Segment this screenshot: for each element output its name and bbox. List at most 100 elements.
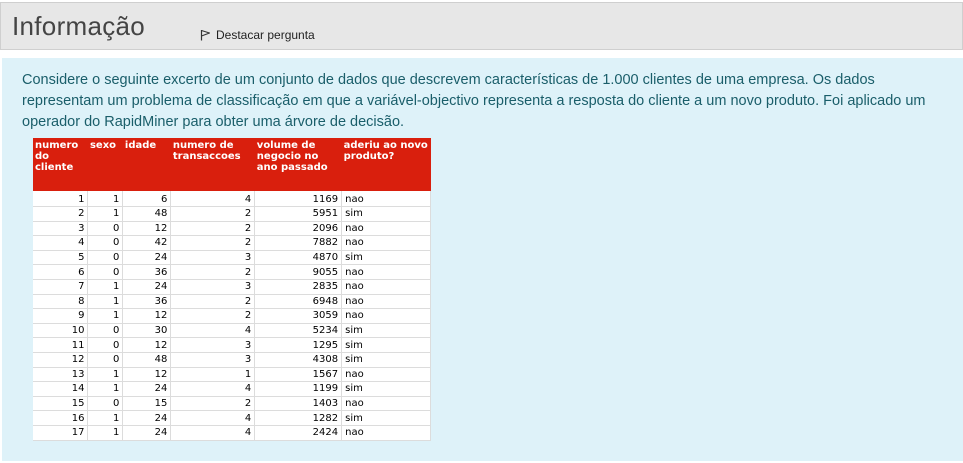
table-row: 6 0 36 2 9055 nao [33, 264, 431, 280]
table-cell: 24 [122, 250, 172, 266]
table-cell: 4 [170, 381, 256, 397]
table-cell: 1 [87, 191, 124, 207]
table-cell: 14 [33, 381, 89, 397]
table-cell: 16 [33, 410, 89, 426]
table-cell: nao [341, 221, 431, 237]
table-cell: 1 [87, 425, 124, 441]
table-cell: 12 [122, 221, 172, 237]
table-cell: 1 [87, 308, 124, 324]
table-cell: 3 [170, 279, 256, 295]
table-cell: nao [341, 279, 431, 295]
table-cell: sim [341, 250, 431, 266]
column-header: numero do cliente [33, 138, 88, 191]
table-cell: 6948 [254, 294, 343, 310]
table-row: 3 0 12 2 2096 nao [33, 221, 431, 237]
table-row: 17 1 24 4 2424 nao [33, 425, 431, 441]
table-cell: 2 [170, 221, 256, 237]
question-content: Considere o seguinte excerto de um conju… [2, 58, 963, 461]
table-cell: 2424 [254, 425, 343, 441]
table-row: 4 0 42 2 7882 nao [33, 235, 431, 251]
table-cell: 12 [122, 308, 172, 324]
table-cell: 36 [122, 294, 172, 310]
table-body: 1 1 6 4 1169 nao 2 1 48 2 5951 sim 3 0 12 2 2096 nao 4 0 42 2… [33, 191, 431, 441]
table-cell: 2 [170, 294, 256, 310]
table-row: 13 1 12 1 1567 nao [33, 367, 431, 383]
table-cell: 1199 [254, 381, 343, 397]
table-row: 2 1 48 2 5951 sim [33, 206, 431, 222]
table-cell: nao [341, 191, 431, 207]
table-cell: 1282 [254, 410, 343, 426]
table-cell: 2835 [254, 279, 343, 295]
table-cell: 10 [33, 323, 89, 339]
table-cell: 1 [87, 367, 124, 383]
table-cell: 3 [170, 250, 256, 266]
table-cell: 24 [122, 381, 172, 397]
table-cell: 1 [170, 367, 256, 383]
table-cell: 0 [87, 221, 124, 237]
table-cell: 3 [33, 221, 89, 237]
table-cell: 36 [122, 264, 172, 280]
table-cell: 12 [122, 337, 172, 353]
table-cell: 6 [33, 264, 89, 280]
table-header-row: numero do cliente sexo idade numero de t… [33, 138, 431, 191]
table-cell: 0 [87, 337, 124, 353]
table-cell: 15 [122, 396, 172, 412]
table-cell: 4 [170, 425, 256, 441]
table-cell: 8 [33, 294, 89, 310]
table-cell: 1567 [254, 367, 343, 383]
table-cell: 1 [87, 410, 124, 426]
table-cell: 1403 [254, 396, 343, 412]
table-cell: 12 [122, 367, 172, 383]
table-row: 10 0 30 4 5234 sim [33, 323, 431, 339]
table-cell: 24 [122, 279, 172, 295]
table-cell: nao [341, 396, 431, 412]
table-cell: 2 [170, 308, 256, 324]
column-header: sexo [87, 138, 123, 191]
table-cell: 24 [122, 425, 172, 441]
table-cell: 5 [33, 250, 89, 266]
table-cell: 1 [87, 294, 124, 310]
table-cell: 42 [122, 235, 172, 251]
page-title: Informação [12, 11, 146, 41]
table-cell: 4 [33, 235, 89, 251]
table-cell: 0 [87, 323, 124, 339]
table-row: 1 1 6 4 1169 nao [33, 191, 431, 207]
table-cell: sim [341, 352, 431, 368]
flag-question-label: Destacar pergunta [216, 28, 315, 42]
table-row: 16 1 24 4 1282 sim [33, 410, 431, 426]
table-cell: 3059 [254, 308, 343, 324]
table-cell: nao [341, 308, 431, 324]
table-cell: 3 [170, 337, 256, 353]
flag-question-button[interactable]: Destacar pergunta [200, 28, 315, 42]
table-row: 15 0 15 2 1403 nao [33, 396, 431, 412]
table-cell: sim [341, 206, 431, 222]
table-cell: 30 [122, 323, 172, 339]
table-cell: 2 [170, 206, 256, 222]
table-cell: 0 [87, 250, 124, 266]
table-cell: 1 [87, 206, 124, 222]
flag-icon [200, 29, 211, 41]
table-row: 8 1 36 2 6948 nao [33, 294, 431, 310]
table-cell: 17 [33, 425, 89, 441]
table-cell: 24 [122, 410, 172, 426]
table-row: 7 1 24 3 2835 nao [33, 279, 431, 295]
table-cell: 4870 [254, 250, 343, 266]
table-cell: 9055 [254, 264, 343, 280]
table-cell: 5951 [254, 206, 343, 222]
table-cell: nao [341, 264, 431, 280]
table-cell: nao [341, 294, 431, 310]
table-cell: 1 [87, 279, 124, 295]
table-cell: 0 [87, 352, 124, 368]
table-cell: 15 [33, 396, 89, 412]
table-cell: 0 [87, 264, 124, 280]
table-cell: nao [341, 367, 431, 383]
table-cell: 5234 [254, 323, 343, 339]
table-cell: 4308 [254, 352, 343, 368]
column-header: numero de transaccoes [170, 138, 255, 191]
table-cell: nao [341, 425, 431, 441]
table-cell: 2 [170, 235, 256, 251]
table-cell: 2096 [254, 221, 343, 237]
table-cell: 4 [170, 323, 256, 339]
table-cell: 2 [170, 264, 256, 280]
table-cell: 7882 [254, 235, 343, 251]
